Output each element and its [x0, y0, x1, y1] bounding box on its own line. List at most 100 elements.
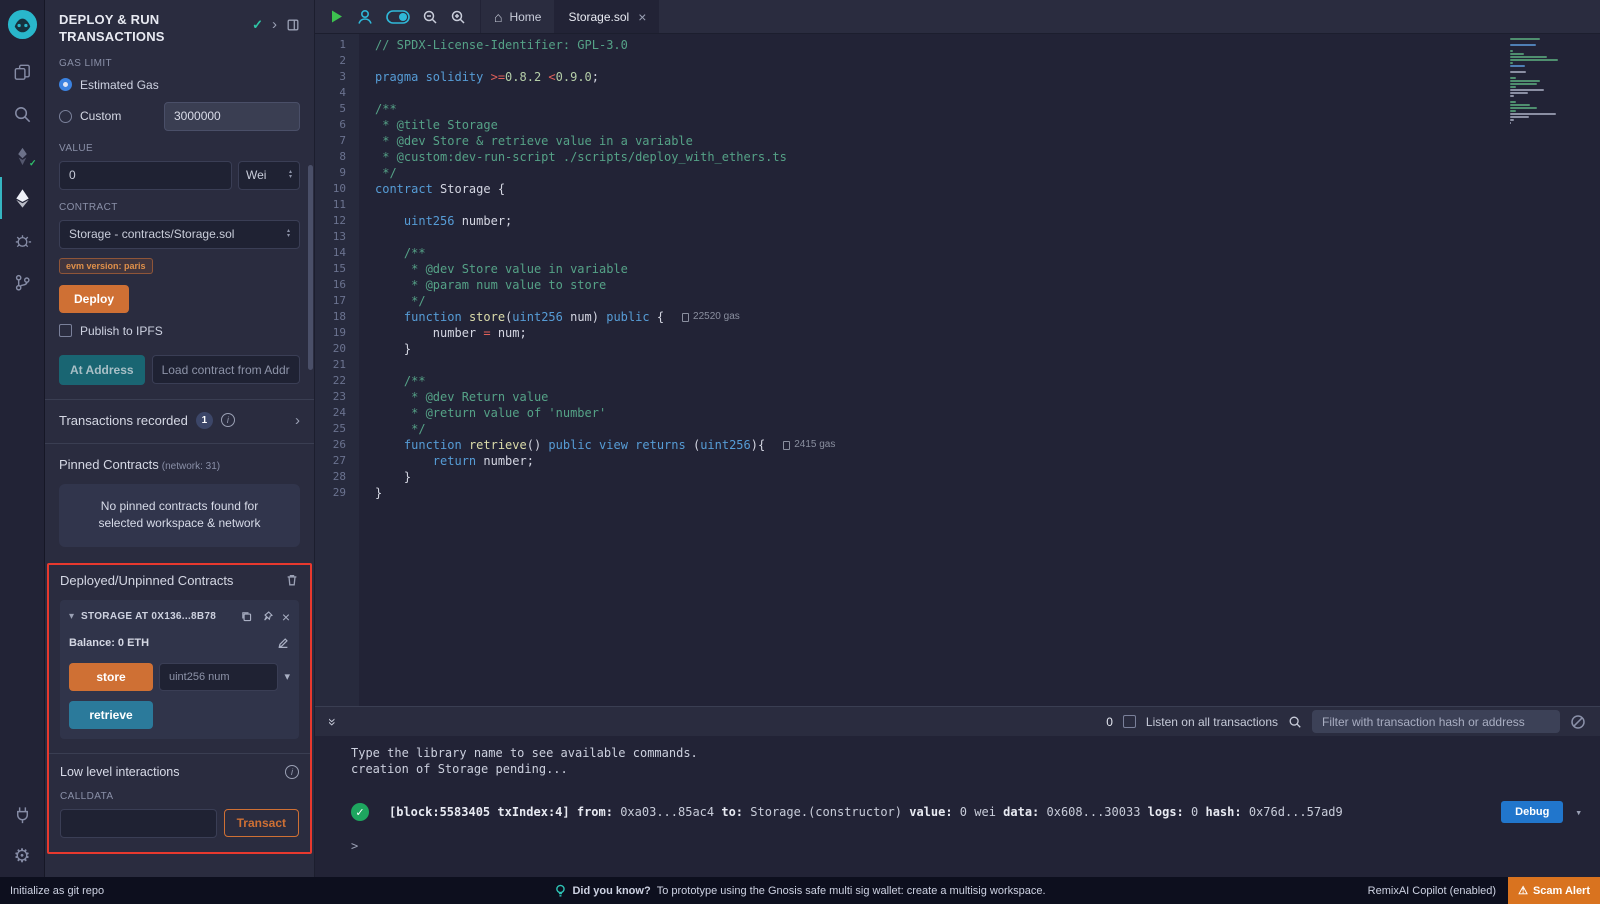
- info-icon[interactable]: i: [285, 765, 299, 779]
- chevron-down-icon[interactable]: ▾: [69, 611, 74, 622]
- code-line[interactable]: 18 function store(uint256 num) public {2…: [315, 309, 1600, 325]
- main-area: ⌂ Home Storage.sol × 1// SPDX-License-Id…: [315, 0, 1600, 877]
- copy-address-icon[interactable]: [240, 610, 253, 623]
- expand-tx-icon[interactable]: ▾: [1575, 806, 1582, 819]
- custom-gas-input[interactable]: [164, 102, 300, 131]
- code-line[interactable]: 20 }: [315, 341, 1600, 357]
- code-line[interactable]: 1// SPDX-License-Identifier: GPL-3.0: [315, 37, 1600, 53]
- trash-icon[interactable]: [285, 573, 299, 587]
- value-input[interactable]: [59, 161, 232, 190]
- divider: [45, 443, 314, 444]
- code-line[interactable]: 24 * @return value of 'number': [315, 405, 1600, 421]
- store-argument-input[interactable]: [159, 663, 278, 691]
- settings-gear-icon[interactable]: ⚙: [0, 835, 45, 877]
- git-branch-icon[interactable]: [0, 261, 45, 303]
- store-function-button[interactable]: store: [69, 663, 153, 691]
- edit-balance-icon[interactable]: [276, 636, 290, 650]
- editor-minimap[interactable]: [1510, 38, 1590, 125]
- listen-count-badge: 0: [1106, 715, 1113, 729]
- run-script-play-icon[interactable]: [329, 9, 344, 24]
- scam-alert-button[interactable]: ⚠ Scam Alert: [1508, 877, 1600, 904]
- tip-bulb-icon: [554, 884, 566, 898]
- terminal[interactable]: Type the library name to see available c…: [315, 736, 1600, 877]
- code-line[interactable]: 2: [315, 53, 1600, 69]
- deploy-run-icon[interactable]: [0, 177, 45, 219]
- contract-select[interactable]: Storage - contracts/Storage.sol ▴▾: [59, 220, 300, 249]
- tab-storage-sol[interactable]: Storage.sol ×: [554, 0, 659, 33]
- code-line[interactable]: 28 }: [315, 469, 1600, 485]
- panel-scrollbar[interactable]: [308, 165, 313, 370]
- calldata-input[interactable]: [60, 809, 217, 838]
- collapse-terminal-icon[interactable]: »: [325, 718, 341, 726]
- code-line[interactable]: 4: [315, 85, 1600, 101]
- code-line[interactable]: 5/**: [315, 101, 1600, 117]
- remove-contract-icon[interactable]: ×: [282, 610, 290, 624]
- code-line[interactable]: 3pragma solidity >=0.8.2 <0.9.0;: [315, 69, 1600, 85]
- code-line[interactable]: 21: [315, 357, 1600, 373]
- code-line[interactable]: 26 function retrieve() public view retur…: [315, 437, 1600, 453]
- at-address-input[interactable]: [152, 355, 300, 384]
- code-line[interactable]: 25 */: [315, 421, 1600, 437]
- git-init-button[interactable]: Initialize as git repo: [10, 885, 104, 897]
- warning-icon: ⚠: [1518, 884, 1528, 897]
- code-line[interactable]: 14 /**: [315, 245, 1600, 261]
- deploy-button[interactable]: Deploy: [59, 285, 129, 313]
- radio-selected-icon: [59, 78, 72, 91]
- debugger-icon[interactable]: [0, 219, 45, 261]
- code-line[interactable]: 10contract Storage {: [315, 181, 1600, 197]
- info-icon[interactable]: i: [221, 413, 235, 427]
- pin-panel-icon[interactable]: [286, 18, 300, 32]
- code-line[interactable]: 7 * @dev Store & retrieve value in a var…: [315, 133, 1600, 149]
- pin-contract-icon[interactable]: [261, 610, 274, 623]
- code-line[interactable]: 13: [315, 229, 1600, 245]
- filter-input[interactable]: [1312, 710, 1560, 733]
- code-line[interactable]: 19 number = num;: [315, 325, 1600, 341]
- debug-button[interactable]: Debug: [1501, 801, 1563, 823]
- publish-ipfs-checkbox[interactable]: [59, 324, 72, 337]
- code-line[interactable]: 17 */: [315, 293, 1600, 309]
- tab-home[interactable]: ⌂ Home: [480, 0, 554, 33]
- environment-ok-icon: ✓: [252, 17, 263, 33]
- at-address-button[interactable]: At Address: [59, 355, 145, 385]
- code-line[interactable]: 8 * @custom:dev-run-script ./scripts/dep…: [315, 149, 1600, 165]
- publish-ipfs-row[interactable]: Publish to IPFS: [59, 324, 300, 338]
- plugin-manager-icon[interactable]: [0, 793, 45, 835]
- code-line[interactable]: 9 */: [315, 165, 1600, 181]
- copilot-toggle[interactable]: [386, 10, 410, 24]
- zoom-out-icon[interactable]: [422, 9, 438, 25]
- gas-icon: [682, 313, 689, 322]
- code-line[interactable]: 15 * @dev Store value in variable: [315, 261, 1600, 277]
- code-editor[interactable]: 1// SPDX-License-Identifier: GPL-3.023pr…: [315, 34, 1600, 706]
- close-tab-icon[interactable]: ×: [638, 9, 646, 25]
- value-unit-select[interactable]: Wei ▴▾: [238, 161, 300, 190]
- listen-all-checkbox[interactable]: [1123, 715, 1136, 728]
- transactions-count-badge: 1: [196, 412, 213, 429]
- code-line[interactable]: 23 * @dev Return value: [315, 389, 1600, 405]
- transact-button[interactable]: Transact: [224, 809, 299, 837]
- select-arrows-icon: ▴▾: [289, 170, 292, 180]
- code-line[interactable]: 22 /**: [315, 373, 1600, 389]
- remixai-assistant-icon[interactable]: [356, 8, 374, 26]
- expand-args-icon[interactable]: ▾: [284, 670, 290, 683]
- code-line[interactable]: 29}: [315, 485, 1600, 501]
- code-line[interactable]: 11: [315, 197, 1600, 213]
- code-line[interactable]: 16 * @param num value to store: [315, 277, 1600, 293]
- expand-panel-icon[interactable]: ›: [272, 16, 277, 33]
- clear-console-icon[interactable]: [1570, 714, 1586, 730]
- expand-transactions-icon[interactable]: ›: [295, 412, 300, 429]
- copilot-status[interactable]: RemixAI Copilot (enabled): [1368, 885, 1496, 897]
- remix-logo[interactable]: [6, 8, 39, 41]
- code-line[interactable]: 27 return number;: [315, 453, 1600, 469]
- custom-gas-radio[interactable]: [59, 110, 72, 123]
- solidity-compiler-icon[interactable]: ✓: [0, 135, 45, 177]
- estimated-gas-radio[interactable]: Estimated Gas: [59, 78, 300, 92]
- file-explorer-icon[interactable]: [0, 51, 45, 93]
- code-line[interactable]: 6 * @title Storage: [315, 117, 1600, 133]
- terminal-search-icon[interactable]: [1288, 715, 1302, 729]
- transaction-log-entry[interactable]: ✓ [block:5583405 txIndex:4] from: 0xa03.…: [351, 801, 1600, 823]
- retrieve-function-button[interactable]: retrieve: [69, 701, 153, 729]
- terminal-prompt[interactable]: >: [351, 839, 1600, 853]
- search-icon[interactable]: [0, 93, 45, 135]
- zoom-in-icon[interactable]: [450, 9, 466, 25]
- code-line[interactable]: 12 uint256 number;: [315, 213, 1600, 229]
